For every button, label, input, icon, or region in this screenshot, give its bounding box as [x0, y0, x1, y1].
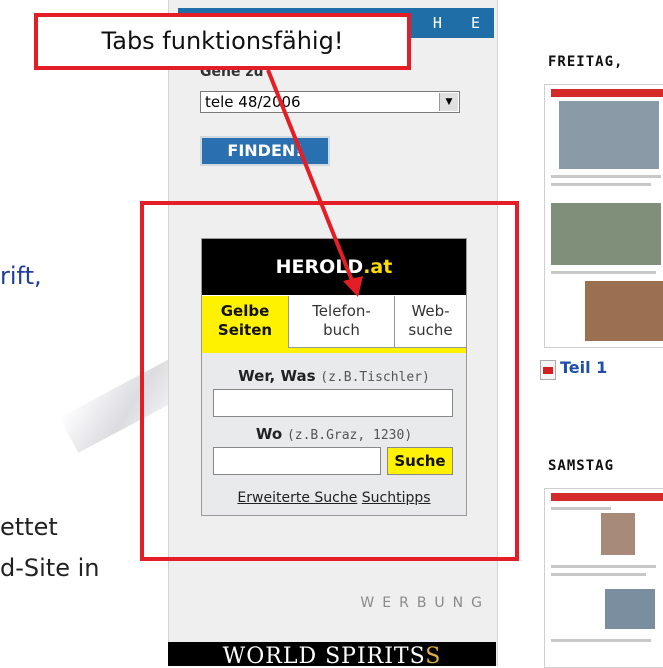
newspaper-thumbnail-samstag[interactable] — [544, 488, 663, 668]
thumbnail-text-line — [551, 573, 646, 576]
chevron-down-icon[interactable]: ▼ — [439, 93, 458, 111]
werbung-label: WERBUNG — [360, 595, 490, 611]
ad-banner-text: WORLD SPIRITS — [222, 644, 426, 666]
annotation-callout: Tabs funktionsfähig! — [34, 13, 411, 70]
thumbnail-photo — [585, 281, 663, 341]
thumbnail-masthead — [551, 89, 663, 97]
thumbnail-text-line — [551, 183, 651, 186]
slide-text-fragment-3: d-Site in — [0, 554, 100, 582]
thumbnail-masthead — [551, 493, 663, 501]
thumbnail-photo — [559, 101, 659, 169]
issue-select-value: tele 48/2006 — [205, 93, 301, 111]
thumbnail-text-line — [551, 271, 656, 274]
thumbnail-photo — [551, 203, 661, 265]
thumbnail-text-line — [551, 565, 656, 568]
issue-select[interactable]: tele 48/2006 ▼ — [200, 91, 460, 113]
thumbnail-text-line — [551, 175, 661, 178]
thumbnail-photo — [605, 589, 655, 629]
thumbnail-text-line — [551, 507, 611, 510]
slide-text-fragment-1: rift, — [0, 262, 42, 290]
ad-logo-icon: S — [425, 644, 442, 666]
thumbnail-text-line — [551, 639, 651, 642]
day-label-freitag: FREITAG, — [548, 54, 624, 70]
pdf-icon — [540, 360, 556, 380]
slide-text-fragment-2: ettet — [0, 513, 58, 541]
teil-1-link[interactable]: Teil 1 — [560, 358, 607, 377]
newspaper-thumbnail-freitag[interactable] — [544, 84, 663, 348]
thumbnail-photo — [601, 513, 635, 555]
world-spirits-ad[interactable]: WORLD SPIRITSS — [168, 642, 496, 666]
day-label-samstag: SAMSTAG — [548, 458, 615, 474]
finden-button[interactable]: FINDEN! — [200, 136, 330, 166]
highlight-box — [140, 201, 519, 561]
